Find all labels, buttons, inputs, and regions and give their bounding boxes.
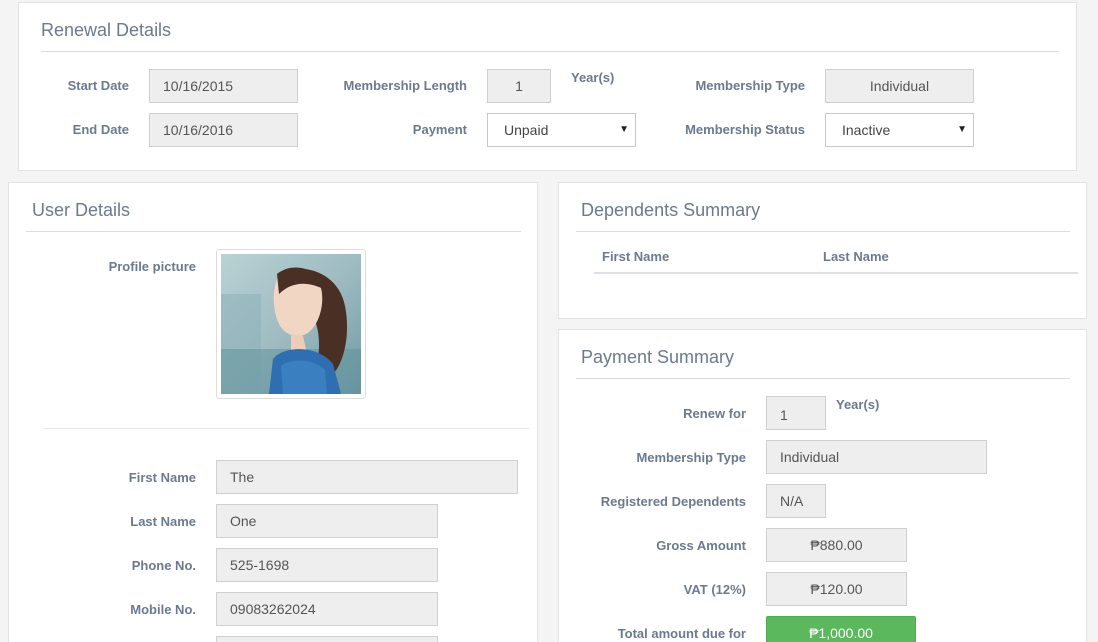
chevron-down-icon: ▼ <box>957 124 967 135</box>
payment-summary-divider <box>576 378 1070 379</box>
vat-label: VAT (12%) <box>683 582 746 597</box>
user-details-divider <box>26 231 521 232</box>
end-date-label: End Date <box>72 122 129 137</box>
avatar[interactable] <box>216 249 366 399</box>
gross-amount-label: Gross Amount <box>656 538 746 553</box>
first-name-field[interactable]: The <box>216 460 518 494</box>
first-name-label: First Name <box>128 470 196 485</box>
user-details-panel: User Details Profile picture First Name … <box>8 182 538 642</box>
membership-status-select[interactable]: Inactive ▼ <box>825 113 974 147</box>
user-details-photo-divider <box>44 428 529 429</box>
membership-type-field[interactable]: Individual <box>825 69 974 103</box>
dependents-table-header-rule <box>594 272 1078 274</box>
chevron-down-icon: ▼ <box>619 124 629 135</box>
membership-status-label: Membership Status <box>685 122 805 137</box>
mobile-field[interactable]: 09083262024 <box>216 592 438 626</box>
registered-dependents-label: Registered Dependents <box>600 494 746 509</box>
dependents-summary-divider <box>576 231 1070 232</box>
user-details-title: User Details <box>32 200 131 220</box>
payment-select[interactable]: Unpaid ▼ <box>487 113 636 147</box>
last-name-label: Last Name <box>130 514 196 529</box>
next-field[interactable] <box>216 636 438 642</box>
total-amount-badge: ₱1,000.00 <box>766 616 916 642</box>
dependents-summary-title: Dependents Summary <box>581 200 761 220</box>
payment-summary-panel: Payment Summary Renew for 1 Year(s) Memb… <box>558 329 1087 642</box>
end-date-field[interactable]: 10/16/2016 <box>149 113 298 147</box>
profile-picture-label: Profile picture <box>108 259 196 274</box>
renewal-details-panel: Renewal Details Start Date 10/16/2015 En… <box>18 2 1077 171</box>
dependents-summary-panel: Dependents Summary First Name Last Name <box>558 182 1087 319</box>
start-date-label: Start Date <box>67 78 129 93</box>
last-name-field[interactable]: One <box>216 504 438 538</box>
dependents-column-first-name: First Name <box>602 249 670 264</box>
payment-summary-title: Payment Summary <box>581 347 735 367</box>
payment-membership-type-field[interactable]: Individual <box>766 440 987 474</box>
phone-field[interactable]: 525-1698 <box>216 548 438 582</box>
membership-length-label: Membership Length <box>343 78 467 93</box>
membership-length-unit: Year(s) <box>571 70 615 85</box>
dependents-column-last-name: Last Name <box>823 249 889 264</box>
total-amount-label: Total amount due for <box>617 626 746 641</box>
payment-membership-type-label: Membership Type <box>636 450 746 465</box>
payment-label: Payment <box>412 122 467 137</box>
vat-field[interactable]: ₱120.00 <box>766 572 907 606</box>
mobile-label: Mobile No. <box>130 602 196 617</box>
membership-length-field[interactable]: 1 <box>487 69 551 103</box>
registered-dependents-field[interactable]: N/A <box>766 484 826 518</box>
start-date-field[interactable]: 10/16/2015 <box>149 69 298 103</box>
membership-status-select-value: Inactive <box>842 122 891 138</box>
renewal-details-divider <box>41 51 1059 52</box>
renewal-details-title: Renewal Details <box>41 20 172 40</box>
renew-for-label: Renew for <box>683 406 746 421</box>
membership-type-label: Membership Type <box>695 78 805 93</box>
gross-amount-field[interactable]: ₱880.00 <box>766 528 907 562</box>
phone-label: Phone No. <box>131 558 196 573</box>
profile-photo <box>221 254 361 394</box>
renew-for-field[interactable]: 1 <box>766 396 826 430</box>
payment-select-value: Unpaid <box>504 122 549 138</box>
renew-for-unit: Year(s) <box>836 397 880 412</box>
